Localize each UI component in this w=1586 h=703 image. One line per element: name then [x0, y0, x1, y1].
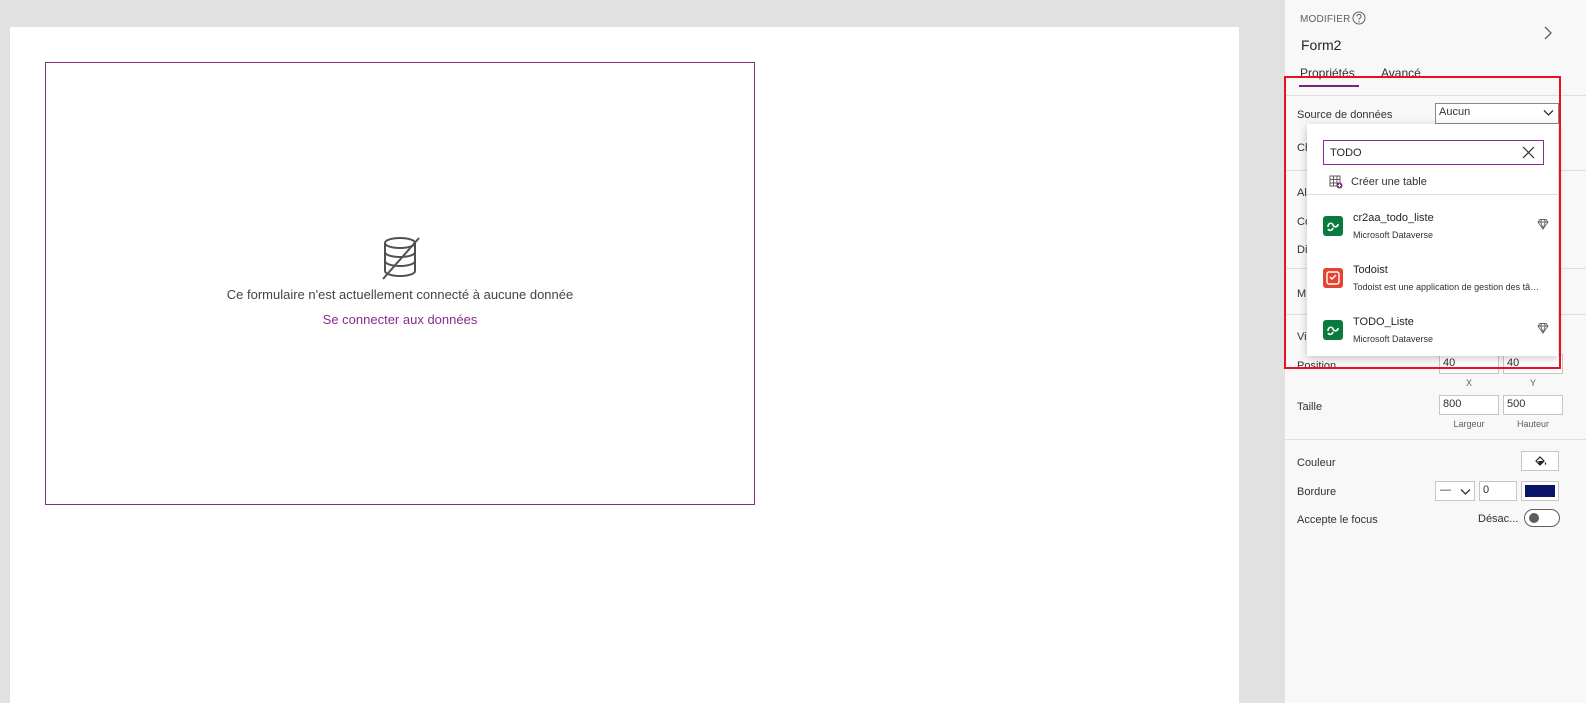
premium-diamond-icon: [1537, 323, 1549, 334]
height-input[interactable]: 500: [1503, 395, 1563, 415]
border-color-button[interactable]: [1521, 481, 1559, 501]
table-add-icon: [1329, 175, 1343, 189]
empty-state-message: Ce formulaire n'est actuellement connect…: [226, 287, 574, 302]
form-control[interactable]: Ce formulaire n'est actuellement connect…: [45, 62, 755, 505]
focus-label: Accepte le focus: [1297, 514, 1378, 526]
control-name: Form2: [1301, 37, 1342, 53]
divider: [1285, 439, 1586, 440]
canvas[interactable]: Ce formulaire n'est actuellement connect…: [10, 27, 1239, 703]
clipped-prop-label: M: [1297, 288, 1307, 300]
datasource-select[interactable]: Aucun: [1435, 103, 1559, 124]
fill-color-button[interactable]: [1521, 451, 1559, 471]
datasource-label: Source de données: [1297, 109, 1393, 121]
search-value: TODO: [1330, 147, 1362, 159]
border-label: Bordure: [1297, 486, 1337, 498]
todoist-icon: [1323, 268, 1343, 288]
size-label: Taille: [1297, 401, 1323, 413]
chevron-down-icon: [1460, 489, 1471, 495]
divider: [1307, 194, 1558, 195]
option-description: Todoist est une application de gestion d…: [1353, 282, 1543, 292]
option-name: Todoist: [1353, 264, 1388, 276]
option-description: Microsoft Dataverse: [1353, 230, 1434, 240]
clipped-prop-label: Vi: [1297, 331, 1307, 343]
connect-data-link[interactable]: Se connecter aux données: [323, 312, 478, 327]
datasource-option[interactable]: Todoist Todoist est une application de g…: [1307, 260, 1558, 310]
clipped-prop-label: Al: [1297, 187, 1307, 199]
height-label: Hauteur: [1516, 419, 1550, 429]
option-name: TODO_Liste: [1353, 316, 1414, 328]
empty-state: Ce formulaire n'est actuellement connect…: [46, 235, 754, 329]
border-style-select[interactable]: —: [1435, 481, 1475, 501]
paint-bucket-icon: [1535, 456, 1547, 466]
chevron-down-icon: [1543, 110, 1554, 116]
border-width-input[interactable]: 0: [1479, 481, 1517, 501]
modifier-label: MODIFIER: [1300, 14, 1351, 25]
chevron-right-icon[interactable]: [1543, 25, 1553, 41]
tab-properties[interactable]: Propriétés: [1300, 66, 1355, 80]
clipped-prop-label: Di: [1297, 244, 1308, 256]
toggle-knob: [1529, 513, 1539, 523]
width-input[interactable]: 800: [1439, 395, 1499, 415]
color-label: Couleur: [1297, 457, 1336, 469]
dataverse-icon: [1323, 216, 1343, 236]
option-description: Microsoft Dataverse: [1353, 334, 1434, 344]
border-color-swatch: [1525, 485, 1555, 497]
datasource-search-input[interactable]: TODO: [1323, 140, 1544, 165]
option-name: cr2aa_todo_liste: [1353, 212, 1434, 224]
focus-toggle[interactable]: [1524, 509, 1560, 527]
dataverse-icon: [1323, 320, 1343, 340]
datasource-option[interactable]: cr2aa_todo_liste Microsoft Dataverse: [1307, 208, 1558, 258]
help-icon[interactable]: [1352, 11, 1366, 25]
close-icon[interactable]: [1522, 146, 1535, 159]
position-x-label: X: [1465, 378, 1472, 388]
create-table-label: Créer une table: [1351, 176, 1427, 188]
datasource-dropdown: TODO Créer une table cr2aa_todo_liste Mi…: [1307, 124, 1558, 356]
border-style-value: —: [1440, 484, 1451, 496]
premium-diamond-icon: [1537, 219, 1549, 230]
width-label: Largeur: [1453, 419, 1485, 429]
create-table-button[interactable]: Créer une table: [1329, 174, 1427, 190]
datasource-value: Aucun: [1439, 106, 1471, 118]
datasource-option[interactable]: TODO_Liste Microsoft Dataverse: [1307, 312, 1558, 362]
position-y-label: Y: [1529, 378, 1536, 388]
divider: [1285, 95, 1586, 96]
active-tab-indicator: [1299, 85, 1359, 87]
focus-status: Désac...: [1478, 513, 1519, 525]
tab-advanced[interactable]: Avancé: [1381, 66, 1421, 80]
database-disconnected-icon: [382, 237, 420, 280]
